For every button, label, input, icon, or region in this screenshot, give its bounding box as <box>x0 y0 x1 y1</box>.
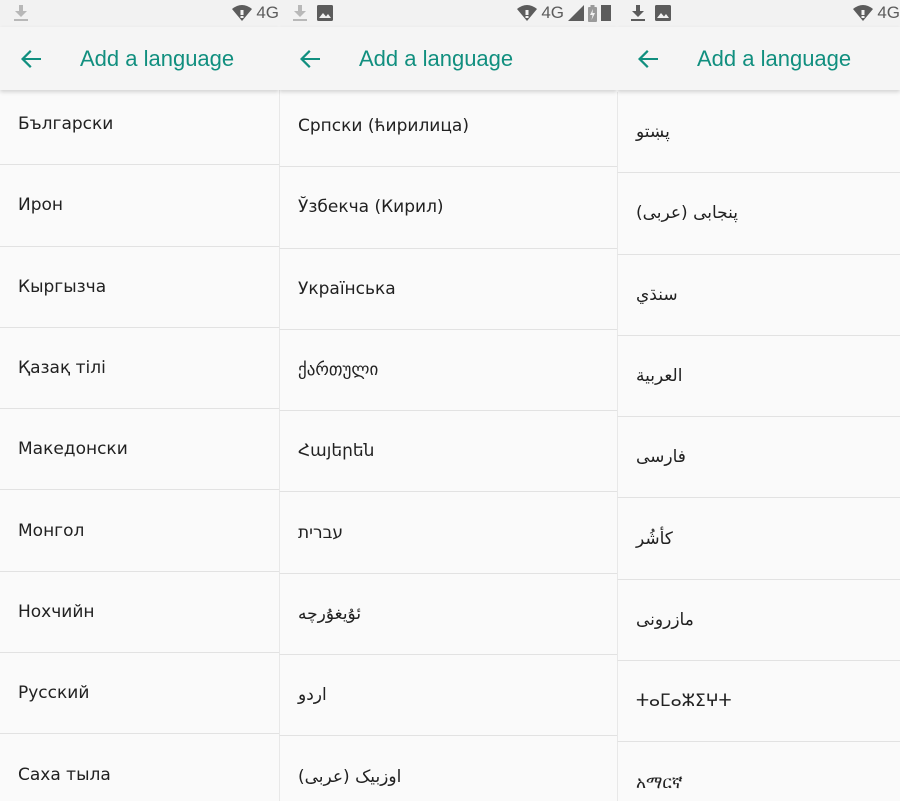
language-item[interactable]: Русский <box>0 653 279 735</box>
back-arrow-icon[interactable] <box>20 48 42 70</box>
language-item[interactable]: Српски (ћирилица) <box>279 86 617 168</box>
language-item[interactable]: Нохчийн <box>0 572 279 654</box>
language-item[interactable]: اوزبیک (عربی) <box>279 736 617 801</box>
wifi-icon <box>517 5 538 21</box>
language-item[interactable]: اردو <box>279 655 617 737</box>
battery-charging-icon <box>588 4 597 22</box>
screen-3: 4G Add a language پښتو پنجابی (عربی) سنڌ… <box>617 0 900 801</box>
image-icon <box>655 5 671 21</box>
language-item[interactable]: مازرونی <box>617 579 900 662</box>
status-bar: 4G <box>0 0 279 27</box>
screen-2: 4G Add a language Српски (ћирилица) Ўзбе… <box>279 0 617 801</box>
network-type: 4G <box>877 3 900 22</box>
wifi-icon <box>853 5 874 21</box>
download-icon <box>293 5 307 21</box>
cellular-signal-icon <box>568 5 584 21</box>
language-item[interactable]: አማርኛ <box>617 742 900 801</box>
language-item[interactable]: Ўзбекча (Кирил) <box>279 167 617 249</box>
language-item[interactable]: Саха тыла <box>0 734 279 801</box>
language-item[interactable]: پښتو <box>617 92 900 174</box>
download-icon <box>631 5 645 21</box>
app-bar: Add a language <box>617 27 900 90</box>
language-item[interactable]: ئۇيغۇرچە <box>279 573 617 656</box>
back-arrow-icon[interactable] <box>299 48 321 70</box>
language-item[interactable]: العربية <box>617 335 900 418</box>
wifi-icon <box>232 5 253 21</box>
language-item[interactable]: کأشُر <box>617 498 900 580</box>
language-item[interactable]: پنجابی (عربی) <box>617 173 900 255</box>
language-item[interactable]: עברית <box>279 492 617 574</box>
language-item[interactable]: Македонски <box>0 409 279 491</box>
page-title: Add a language <box>359 46 514 71</box>
status-bar: 4G <box>617 0 900 27</box>
status-extra-icon <box>601 5 611 21</box>
language-item[interactable]: سنڌي <box>617 254 900 336</box>
language-item[interactable]: Հայերեն <box>279 411 617 493</box>
language-item[interactable]: Ирон <box>0 165 279 247</box>
network-type: 4G <box>256 3 279 22</box>
language-list: Српски (ћирилица) Ўзбекча (Кирил) Україн… <box>279 86 617 801</box>
language-item[interactable]: Українська <box>279 248 617 330</box>
language-item[interactable]: Кыргызча <box>0 247 279 328</box>
image-icon <box>317 5 333 21</box>
download-icon <box>14 5 28 21</box>
page-title: Add a language <box>697 46 852 71</box>
language-item[interactable]: ⵜⴰⵎⴰⵣⵉⵖⵜ <box>617 661 900 743</box>
network-type: 4G <box>541 3 564 22</box>
screen-1: 4G Add a language Български Ирон Кыргызч… <box>0 0 279 801</box>
language-item[interactable]: ქართული <box>279 329 617 412</box>
back-arrow-icon[interactable] <box>637 48 659 70</box>
language-item[interactable]: Български <box>0 84 279 166</box>
app-bar: Add a language <box>279 27 617 90</box>
page-title: Add a language <box>80 46 235 71</box>
language-item[interactable]: فارسی <box>617 417 900 499</box>
language-item[interactable]: Монгол <box>0 490 279 572</box>
language-list: پښتو پنجابی (عربی) سنڌي العربية فارسی کأ… <box>617 92 900 801</box>
language-list: Български Ирон Кыргызча Қазақ тілі Макед… <box>0 84 279 801</box>
app-bar: Add a language <box>0 27 279 90</box>
language-item[interactable]: Қазақ тілі <box>0 328 279 410</box>
status-bar: 4G <box>279 0 617 27</box>
